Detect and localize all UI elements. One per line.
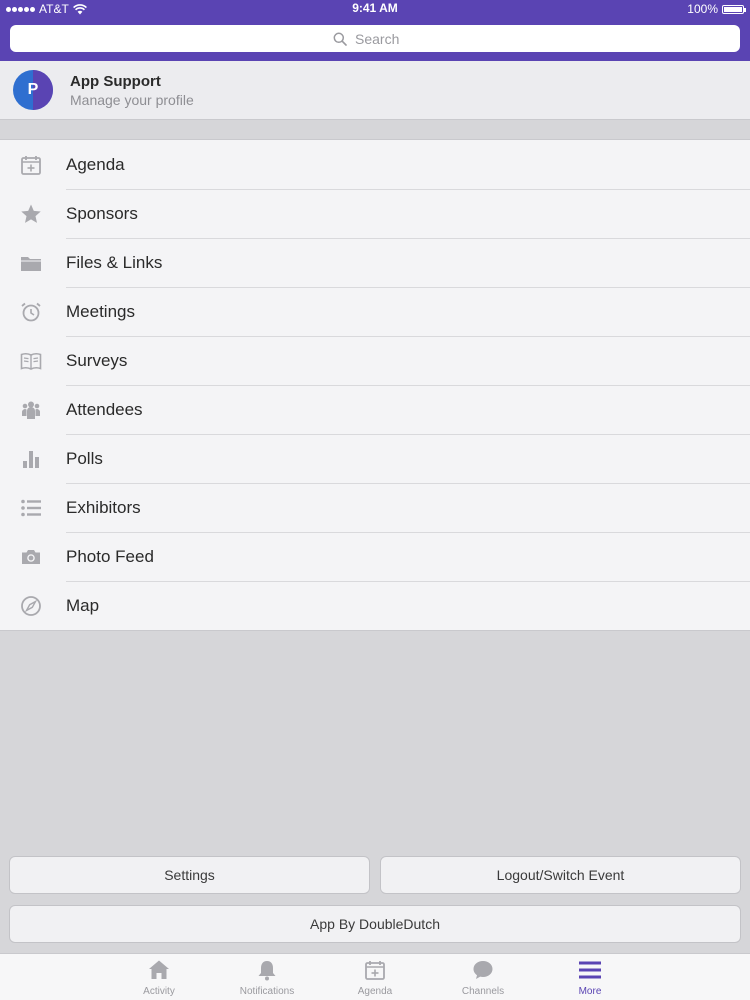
calendar-add-icon — [365, 961, 385, 980]
menu-item-attendees[interactable]: Attendees — [0, 385, 750, 434]
menu-item-label: Sponsors — [66, 203, 138, 223]
calendar-add-icon — [0, 154, 66, 176]
more-menu-list: Agenda Sponsors Files & Links Meetings S… — [0, 139, 750, 631]
menu-item-label: Surveys — [66, 350, 128, 370]
tab-label: Activity — [143, 986, 175, 997]
people-icon — [0, 399, 66, 421]
settings-button[interactable]: Settings — [9, 856, 370, 894]
tab-activity[interactable]: Activity — [109, 958, 209, 997]
search-input[interactable] — [353, 29, 417, 48]
menu-item-label: Agenda — [66, 154, 125, 174]
status-time: 9:41 AM — [352, 1, 398, 15]
tab-more[interactable]: More — [540, 958, 640, 997]
bar-chart-icon — [0, 448, 66, 470]
tab-label: More — [578, 986, 602, 997]
menu-item-polls[interactable]: Polls — [0, 434, 750, 483]
hamburger-menu-icon — [579, 961, 601, 979]
avatar-letter: P — [27, 81, 39, 98]
status-right: 100% — [687, 2, 746, 16]
tab-channels[interactable]: Channels — [433, 958, 533, 997]
logout-switch-event-button[interactable]: Logout/Switch Event — [380, 856, 741, 894]
status-bar: AT&T 9:41 AM 100% — [0, 0, 750, 18]
profile-subtitle: Manage your profile — [70, 92, 194, 108]
battery-icon — [722, 4, 746, 14]
menu-item-label: Map — [66, 595, 100, 615]
tab-agenda[interactable]: Agenda — [325, 958, 425, 997]
folder-icon — [0, 252, 66, 274]
avatar: P — [13, 70, 53, 110]
menu-item-label: Files & Links — [66, 252, 163, 272]
header: AT&T 9:41 AM 100% — [0, 0, 750, 61]
star-icon — [0, 203, 66, 225]
camera-icon — [0, 546, 66, 568]
menu-item-label: Attendees — [66, 399, 143, 419]
menu-item-sponsors[interactable]: Sponsors — [0, 189, 750, 238]
tab-label: Notifications — [239, 986, 295, 997]
tab-notifications[interactable]: Notifications — [217, 958, 317, 997]
search-bar[interactable] — [10, 25, 740, 52]
battery-percent: 100% — [687, 2, 718, 16]
menu-item-label: Meetings — [66, 301, 135, 321]
house-icon — [149, 960, 169, 979]
battery-fill — [724, 6, 742, 12]
menu-item-meetings[interactable]: Meetings — [0, 287, 750, 336]
menu-item-surveys[interactable]: Surveys — [0, 336, 750, 385]
chat-bubble-icon — [473, 961, 493, 979]
app-by-doubledutch-button[interactable]: App By DoubleDutch — [9, 905, 741, 943]
menu-item-label: Polls — [66, 448, 103, 468]
menu-item-label: Exhibitors — [66, 497, 141, 517]
tab-label: Channels — [461, 986, 505, 997]
tab-bar: Activity Notifications Agenda Channels M… — [0, 953, 750, 1000]
compass-icon — [0, 595, 66, 617]
profile-row[interactable]: P App Support Manage your profile — [0, 61, 750, 120]
menu-item-label: Photo Feed — [66, 546, 154, 566]
menu-item-files-links[interactable]: Files & Links — [0, 238, 750, 287]
menu-item-photo-feed[interactable]: Photo Feed — [0, 532, 750, 581]
bell-icon — [258, 961, 276, 981]
search-icon — [333, 32, 347, 46]
menu-item-agenda[interactable]: Agenda — [0, 140, 750, 189]
tab-label: Agenda — [357, 986, 393, 997]
menu-item-exhibitors[interactable]: Exhibitors — [0, 483, 750, 532]
book-icon — [0, 350, 66, 372]
list-icon — [0, 497, 66, 519]
profile-name: App Support — [70, 73, 161, 90]
alarm-clock-icon — [0, 301, 66, 323]
menu-item-map[interactable]: Map — [0, 581, 750, 630]
